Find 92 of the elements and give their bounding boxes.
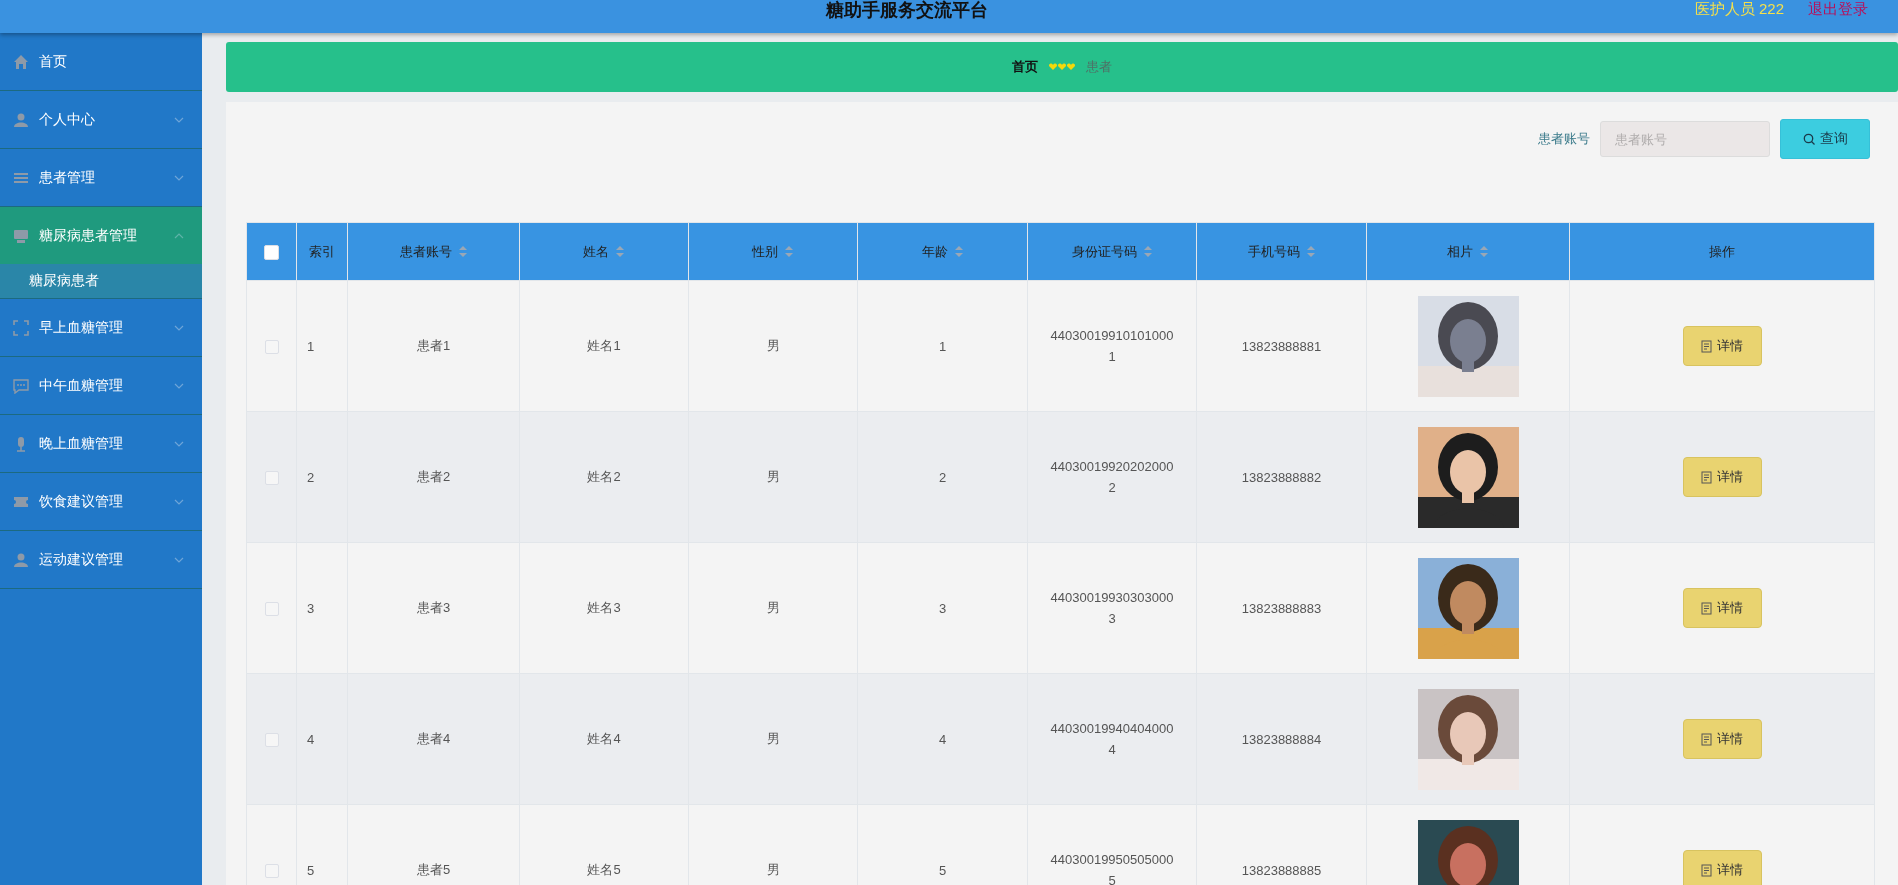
table-cell: 患者5	[416, 862, 451, 877]
column-header[interactable]: 性别	[752, 242, 794, 261]
user-name: 医护人员 222	[1694, 0, 1784, 19]
sort-icon	[1305, 245, 1316, 258]
chevron-down-icon	[174, 439, 184, 448]
user-icon	[13, 551, 29, 568]
column-header[interactable]: 手机号码	[1247, 242, 1316, 261]
document-icon	[1701, 732, 1712, 746]
scan-frame-icon	[13, 319, 29, 336]
document-icon	[1701, 863, 1712, 877]
search-icon	[1802, 133, 1815, 145]
table-cell: 1	[938, 338, 947, 354]
hearts-icon	[1048, 63, 1076, 71]
user-icon	[13, 111, 29, 128]
row-checkbox[interactable]	[264, 732, 279, 747]
table-cell: 男	[766, 338, 780, 353]
table-cell-text: 440300199101010001	[1050, 327, 1174, 366]
table-cell: 男	[766, 862, 780, 877]
table-cell: 13823888883	[1241, 600, 1322, 616]
column-header[interactable]: 患者账号	[399, 242, 468, 261]
document-icon	[1701, 601, 1712, 615]
table-cell: 姓名2	[587, 469, 621, 484]
column-header[interactable]: 姓名	[583, 242, 625, 261]
sort-icon	[953, 245, 964, 258]
table-cell: 姓名4	[587, 731, 621, 746]
submenu-item[interactable]: 糖尿病患者	[0, 264, 202, 299]
row-checkbox[interactable]	[264, 601, 279, 616]
table-cell-text: 440300199202020002	[1050, 458, 1174, 497]
chevron-down-icon	[174, 173, 184, 182]
chevron-down-icon	[174, 555, 184, 564]
search-button[interactable]: 查询	[1780, 119, 1870, 159]
row-checkbox[interactable]	[264, 863, 279, 878]
breadcrumb-item: 患者	[1086, 58, 1112, 76]
column-header[interactable]: 年龄	[921, 242, 964, 261]
detail-button[interactable]: 详情	[1682, 588, 1762, 628]
table-cell: 男	[766, 600, 780, 615]
column-header[interactable]: 身份证号码	[1071, 242, 1153, 261]
home-icon	[13, 53, 29, 70]
sidebar-item[interactable]: 糖尿病患者管理	[0, 207, 202, 264]
table-cell: 姓名5	[587, 862, 621, 877]
document-icon	[1701, 470, 1712, 484]
table-cell: 患者4	[416, 731, 451, 746]
detail-button[interactable]: 详情	[1682, 719, 1762, 759]
sort-icon	[615, 245, 625, 258]
table-cell: 1	[307, 338, 315, 354]
sort-icon	[1479, 245, 1489, 258]
table-cell-text: 440300199303030003	[1050, 589, 1174, 628]
table-cell: 患者1	[416, 338, 451, 353]
table-cell: 2	[938, 469, 947, 485]
sort-icon	[457, 245, 468, 258]
table-cell: 男	[766, 731, 780, 746]
table-cell: 2	[307, 469, 315, 485]
site-title: 糖助手服务交流平台	[824, 0, 990, 22]
table-cell: 姓名3	[587, 600, 621, 615]
table-cell-text: 440300199505050005	[1050, 851, 1174, 885]
chevron-down-icon	[174, 115, 184, 124]
chevron-down-icon	[174, 381, 184, 390]
chevron-down-icon	[174, 497, 184, 506]
detail-button[interactable]: 详情	[1682, 326, 1762, 366]
row-checkbox[interactable]	[264, 470, 279, 485]
table-cell: 5	[938, 862, 947, 878]
table-cell: 姓名1	[587, 338, 621, 353]
table-cell: 4	[938, 731, 947, 747]
table-cell-text: 440300199404040004	[1050, 720, 1174, 759]
detail-button[interactable]: 详情	[1682, 457, 1762, 497]
table-cell: 3	[307, 600, 315, 616]
chat-icon	[13, 377, 29, 394]
table-cell: 4	[307, 731, 315, 747]
sort-icon	[1142, 245, 1153, 258]
column-header: 操作	[1709, 242, 1735, 261]
detail-button[interactable]: 详情	[1682, 850, 1762, 885]
table-cell: 13823888882	[1241, 469, 1322, 485]
column-header[interactable]: 相片	[1447, 242, 1489, 261]
table-cell: 13823888881	[1241, 338, 1322, 354]
sort-icon	[784, 245, 794, 258]
column-header: 索引	[309, 242, 335, 261]
table-cell: 患者3	[416, 600, 451, 615]
table-cell: 13823888884	[1241, 731, 1322, 747]
row-checkbox[interactable]	[264, 339, 279, 354]
table-cell: 13823888885	[1241, 862, 1322, 878]
table-cell: 5	[307, 862, 315, 878]
monitor-icon	[13, 227, 29, 244]
chevron-up-icon	[174, 231, 184, 240]
chevron-down-icon	[174, 323, 184, 332]
breadcrumb-item[interactable]: 首页	[1012, 58, 1038, 76]
field-label: 患者账号	[1538, 130, 1590, 148]
search-field[interactable]: 患者账号	[1600, 121, 1770, 157]
select-all-checkbox[interactable]	[264, 244, 279, 260]
table-cell: 男	[766, 469, 780, 484]
document-icon	[1701, 339, 1712, 353]
table-cell: 3	[938, 600, 947, 616]
table-cell: 患者2	[416, 469, 451, 484]
